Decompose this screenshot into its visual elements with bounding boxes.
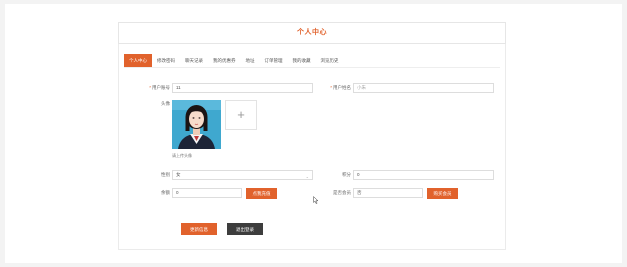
account-label: *用户账号 — [140, 85, 170, 91]
tab-profile[interactable]: 个人中心 — [124, 54, 152, 67]
page-title: 个人中心 — [118, 22, 506, 44]
tab-address[interactable]: 地址 — [241, 54, 260, 67]
required-mark: * — [149, 85, 151, 90]
avatar-photo — [172, 100, 221, 149]
tab-bar: 个人中心 修改密码 聊天记录 我的优惠券 地址 订单管理 我的收藏 浏览历史 — [124, 54, 500, 67]
mouse-cursor-icon — [313, 196, 319, 204]
points-input[interactable]: 0 — [353, 170, 494, 180]
recharge-button[interactable]: 点我充值 — [246, 188, 277, 199]
tab-chat-history[interactable]: 聊天记录 — [180, 54, 208, 67]
logout-button[interactable]: 退出登录 — [227, 223, 263, 235]
balance-input[interactable]: 0 — [172, 188, 242, 198]
update-info-button[interactable]: 更新信息 — [181, 223, 217, 235]
tab-divider — [124, 67, 500, 68]
tab-change-password[interactable]: 修改密码 — [152, 54, 180, 67]
required-mark: * — [330, 85, 332, 90]
gender-select[interactable]: 女 ⌄ — [172, 170, 313, 180]
vip-label: 是否会员 — [333, 190, 351, 195]
account-input[interactable]: 11 — [172, 83, 313, 93]
name-label-text: 用户姓名 — [333, 85, 351, 90]
tab-favorites[interactable]: 我的收藏 — [288, 54, 316, 67]
gender-select-value: 女 — [176, 172, 181, 177]
points-label: 积分 — [342, 172, 351, 177]
avatar — [172, 100, 221, 149]
gender-label: 性别 — [161, 172, 170, 177]
account-label-text: 用户账号 — [152, 85, 170, 90]
buy-vip-button[interactable]: 购买会员 — [427, 188, 458, 199]
avatar-hint: 请上传头像 — [172, 153, 192, 158]
avatar-label: 头像 — [161, 101, 170, 106]
tab-browse-history[interactable]: 浏览历史 — [316, 54, 344, 67]
chevron-down-icon: ⌄ — [305, 174, 309, 179]
tab-orders[interactable]: 订单管理 — [260, 54, 288, 67]
vip-input[interactable]: 否 — [353, 188, 423, 198]
tab-coupons[interactable]: 我的优惠券 — [208, 54, 241, 67]
plus-icon: + — [237, 107, 245, 122]
balance-label: 余额 — [161, 190, 170, 195]
name-label: *用户姓名 — [321, 85, 351, 91]
name-input[interactable]: 小朱 — [353, 83, 494, 93]
avatar-upload-button[interactable]: + — [225, 100, 257, 130]
